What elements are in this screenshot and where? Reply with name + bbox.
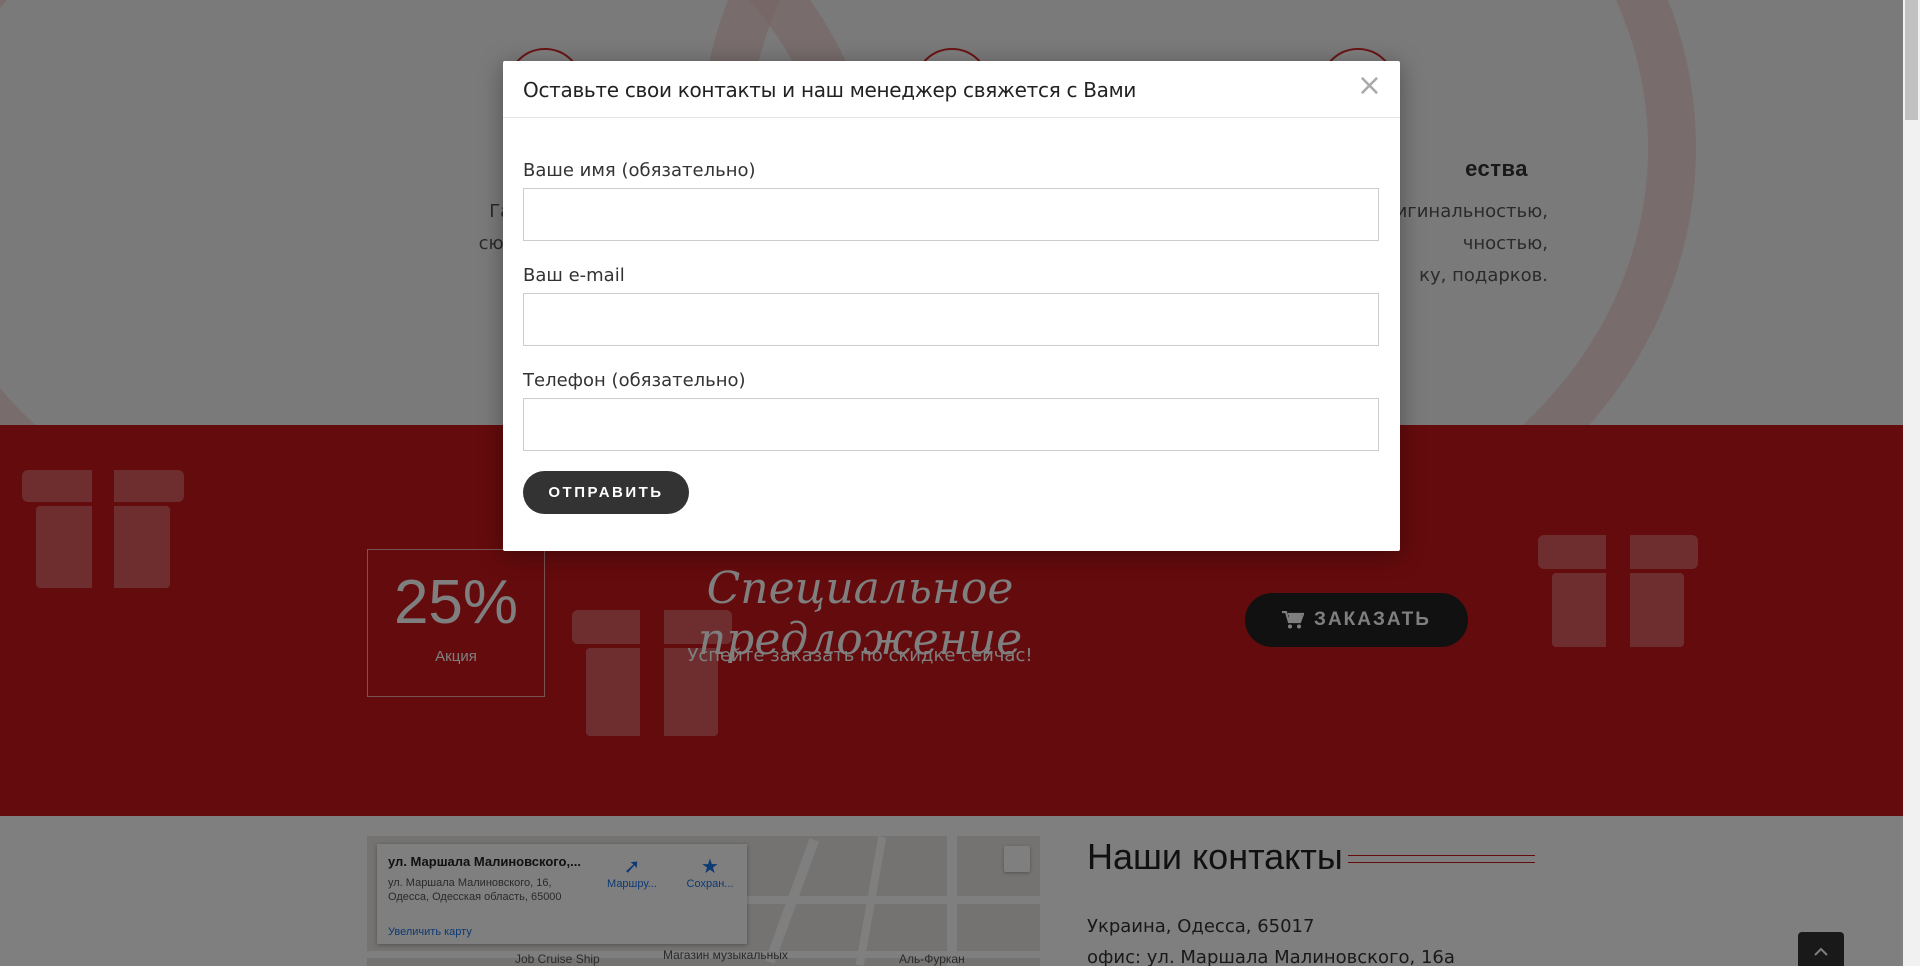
contact-modal: Оставьте свои контакты и наш менеджер св… bbox=[503, 61, 1400, 551]
submit-button[interactable]: ОТПРАВИТЬ bbox=[523, 471, 689, 514]
scrollbar-thumb[interactable] bbox=[1905, 0, 1918, 120]
modal-title: Оставьте свои контакты и наш менеджер св… bbox=[523, 78, 1137, 102]
phone-label: Телефон (обязательно) bbox=[523, 370, 746, 391]
scrollbar[interactable] bbox=[1903, 0, 1920, 966]
email-label: Ваш e-mail bbox=[523, 265, 625, 286]
close-icon[interactable]: × bbox=[1357, 71, 1382, 101]
email-input[interactable] bbox=[523, 293, 1379, 346]
phone-input[interactable] bbox=[523, 398, 1379, 451]
name-label: Ваше имя (обязательно) bbox=[523, 160, 756, 181]
name-input[interactable] bbox=[523, 188, 1379, 241]
modal-header: Оставьте свои контакты и наш менеджер св… bbox=[503, 61, 1400, 118]
page: Реальн Гарантируе сюрпризом во со ества … bbox=[0, 0, 1903, 966]
